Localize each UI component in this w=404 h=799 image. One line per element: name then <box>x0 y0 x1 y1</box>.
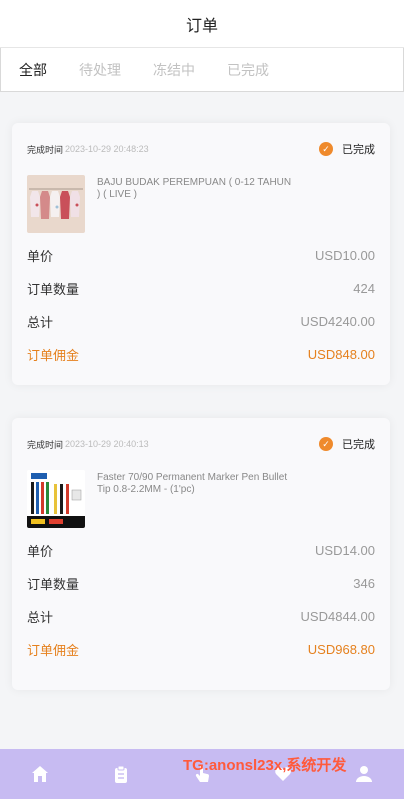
watermark-text: TG:anonsl23x,系统开发 <box>183 757 347 774</box>
home-icon[interactable] <box>28 762 52 786</box>
order-time: 完成时间 2023-10-29 20:40:13 ✓ 已完成 <box>27 434 375 454</box>
product-info: BAJU BUDAK PEREMPUAN ( 0-12 TAHUN ) ( LI… <box>27 175 375 233</box>
commission-row: 订单佣金 USD848.00 <box>27 344 375 364</box>
unit-price-row: 单价 USD14.00 <box>27 540 375 560</box>
status-badge: ✓ 已完成 <box>319 141 375 157</box>
product-image <box>27 470 85 528</box>
tab-completed[interactable]: 已完成 <box>227 60 269 80</box>
check-circle-icon: ✓ <box>319 142 333 156</box>
product-image <box>27 175 85 233</box>
unit-price-value: USD10.00 <box>315 247 375 263</box>
commission-row: 订单佣金 USD968.80 <box>27 639 375 659</box>
status-text: 已完成 <box>342 144 375 156</box>
quantity-label: 订单数量 <box>27 576 80 592</box>
order-time: 完成时间 2023-10-29 20:48:23 ✓ 已完成 <box>27 139 375 159</box>
commission-value: USD968.80 <box>307 641 375 657</box>
total-value: USD4240.00 <box>300 313 375 329</box>
product-name: BAJU BUDAK PEREMPUAN ( 0-12 TAHUN ) ( LI… <box>97 177 292 200</box>
commission-label: 订单佣金 <box>27 642 80 658</box>
order-card: 完成时间 2023-10-29 20:40:13 ✓ 已完成 Faster 70… <box>12 418 390 690</box>
quantity-label: 订单数量 <box>27 281 80 297</box>
check-circle-icon: ✓ <box>319 437 333 451</box>
page-header: 订单 <box>0 0 404 48</box>
clipboard-icon[interactable] <box>109 762 133 786</box>
order-card: 完成时间 2023-10-29 20:48:23 ✓ 已完成 BAJU BUDA… <box>12 123 390 385</box>
total-label: 总计 <box>27 314 54 330</box>
unit-price-row: 单价 USD10.00 <box>27 245 375 265</box>
total-label: 总计 <box>27 609 54 625</box>
tab-frozen[interactable]: 冻结中 <box>153 60 195 80</box>
time-label: 完成时间 <box>27 144 64 155</box>
time-value: 2023-10-29 20:48:23 <box>65 144 149 154</box>
status-text: 已完成 <box>342 439 375 451</box>
unit-price-label: 单价 <box>27 248 54 264</box>
status-badge: ✓ 已完成 <box>319 436 375 452</box>
page-title: 订单 <box>185 17 218 35</box>
unit-price-label: 单价 <box>27 543 54 559</box>
product-name: Faster 70/90 Permanent Marker Pen Bullet… <box>97 472 288 495</box>
unit-price-value: USD14.00 <box>315 542 375 558</box>
total-row: 总计 USD4844.00 <box>27 606 375 626</box>
total-row: 总计 USD4240.00 <box>27 311 375 331</box>
order-tabs: 全部 待处理 冻结中 已完成 <box>0 48 404 92</box>
tab-pending[interactable]: 待处理 <box>79 60 121 80</box>
quantity-value: 424 <box>353 280 375 296</box>
product-info: Faster 70/90 Permanent Marker Pen Bullet… <box>27 470 375 528</box>
tab-all[interactable]: 全部 <box>19 60 47 80</box>
time-label: 完成时间 <box>27 439 64 450</box>
quantity-value: 346 <box>353 575 375 591</box>
commission-label: 订单佣金 <box>27 347 80 363</box>
commission-value: USD848.00 <box>307 346 375 362</box>
time-value: 2023-10-29 20:40:13 <box>65 439 149 449</box>
quantity-row: 订单数量 424 <box>27 278 375 298</box>
total-value: USD4844.00 <box>300 608 375 624</box>
quantity-row: 订单数量 346 <box>27 573 375 593</box>
user-icon[interactable] <box>352 762 376 786</box>
